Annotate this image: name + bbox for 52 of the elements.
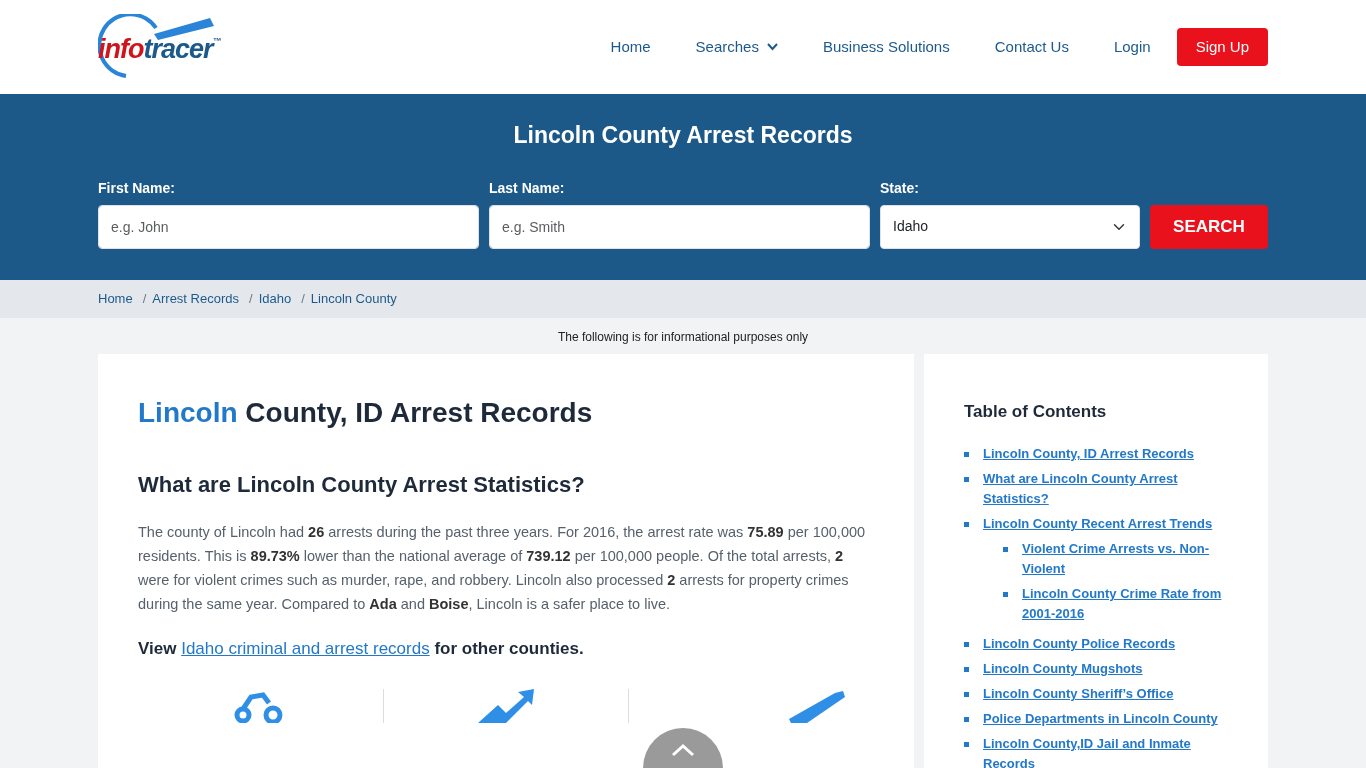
bullet-icon (1003, 547, 1008, 553)
bullet-icon (964, 667, 969, 673)
nav-link[interactable]: Home (610, 35, 651, 59)
nav-link[interactable]: Business Solutions (822, 35, 950, 59)
breadcrumb-separator: / (249, 290, 253, 309)
field-label: First Name: (98, 178, 177, 198)
bullet-icon (1003, 592, 1008, 598)
section-heading: What are Lincoln County Arrest Statistics? (138, 471, 586, 498)
bullet-icon (964, 742, 969, 748)
contents-link[interactable]: Lincoln County Crime Rate from 2001-2016 (1022, 584, 1228, 625)
bullet-icon (964, 642, 969, 648)
article-title: Lincoln County, ID Arrest Records (138, 396, 594, 430)
chevron-up-icon (670, 742, 696, 758)
breadcrumb-link[interactable]: Home (98, 289, 133, 309)
contents-link[interactable]: Lincoln County,ID Jail and Inmate Records (983, 734, 1228, 768)
state-select[interactable]: Idaho (880, 204, 1140, 249)
breadcrumb-separator: / (301, 290, 305, 309)
contents-link[interactable]: What are Lincoln County Arrest Statistics? (983, 469, 1228, 510)
field-label: State: (880, 178, 920, 198)
page-banner-title: Lincoln County Arrest Records (512, 121, 854, 150)
statistics-paragraph: The county of Lincoln had 26 arrests during the past three years. For 2016, the arrest rate was 75.89 per 100,000 residents. This is 89.73% lower than the national average of 739.12 per 100,000 people. Of the total arrests, 2 were for violent crimes such as murder, rape, and robbery. Lincoln also processed 2 arrests for property crimes during the same year. Compared to Ada and Boise, Lincoln is a safer place to live. (138, 523, 867, 614)
view-text: View (138, 639, 177, 658)
bullet-icon (964, 717, 969, 723)
gun-icon (786, 689, 847, 724)
sign-up-button[interactable]: Sign Up (1176, 27, 1268, 67)
contents-link[interactable]: Lincoln County, ID Arrest Records (983, 444, 1194, 465)
contents-link[interactable]: Violent Crime Arrests vs. Non-Violent (1022, 539, 1228, 580)
caret-icon (766, 43, 778, 51)
state-records-link[interactable]: Idaho criminal and arrest records (181, 639, 430, 658)
breadcrumb-link[interactable]: Arrest Records (152, 289, 239, 309)
nav-link[interactable]: Login (1113, 35, 1151, 59)
contents-link[interactable]: Lincoln County Police Records (983, 634, 1176, 655)
input-field[interactable]: e.g. John (98, 204, 479, 249)
view-text: for other counties. (434, 639, 584, 658)
input-field[interactable]: e.g. Smith (489, 204, 870, 249)
contents-link[interactable]: Lincoln County Recent Arrest Trends (983, 514, 1228, 535)
breadcrumb-separator: / (142, 290, 147, 309)
contents-link[interactable]: Lincoln County Sheriff’s Office (983, 684, 1174, 705)
breadcrumb-link[interactable]: Lincoln County (310, 289, 397, 309)
contents-link[interactable]: Lincoln County Mugshots (983, 659, 1143, 680)
nav-dropdown[interactable]: Searches (695, 35, 778, 59)
search-button[interactable]: SEARCH (1150, 204, 1268, 249)
disclaimer-text: The following is for informational purposes only (556, 329, 810, 346)
nav-link[interactable]: Contact Us (994, 35, 1069, 59)
field-label: Last Name: (489, 178, 566, 198)
bullet-icon (964, 522, 969, 528)
bullet-icon (964, 477, 969, 483)
contents-link[interactable]: Police Departments in Lincoln County (983, 709, 1218, 730)
contents-title: Table of Contents (964, 402, 1108, 423)
bullet-icon (964, 452, 969, 458)
bullet-icon (964, 692, 969, 698)
breadcrumb-link[interactable]: Idaho (258, 289, 292, 309)
